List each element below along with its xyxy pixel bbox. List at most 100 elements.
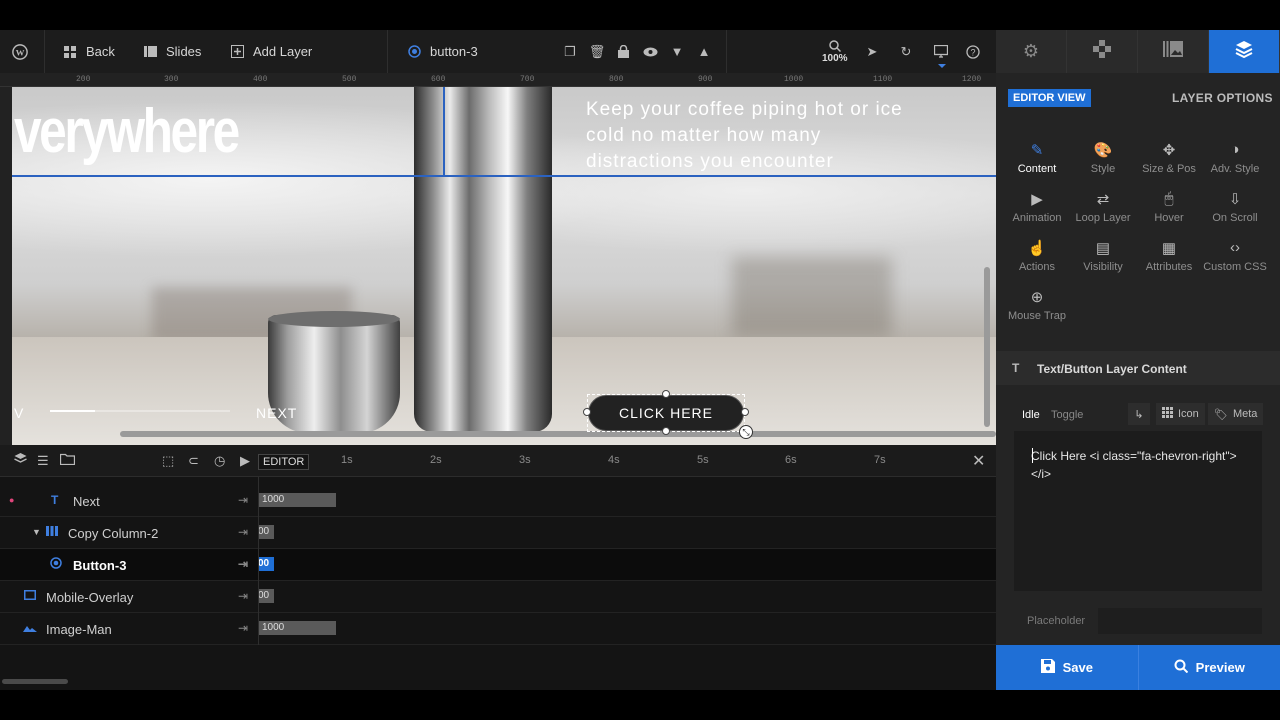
button-layer-icon xyxy=(406,44,422,60)
subcopy-layer[interactable]: Keep your coffee piping hot or ice cold … xyxy=(586,97,916,175)
tab-slider-settings[interactable]: ⚙ xyxy=(996,30,1067,73)
option-animation[interactable]: ▶ Animation xyxy=(1004,190,1070,224)
pin-icon[interactable]: ⇥ xyxy=(238,493,248,507)
slides-button[interactable]: Slides xyxy=(142,30,201,73)
layer-content-editor[interactable]: Click Here <i class="fa-chevron-right"><… xyxy=(1014,431,1262,591)
option-custom-css[interactable]: ‹› Custom CSS xyxy=(1202,239,1268,273)
desktop-icon xyxy=(933,44,949,60)
resize-handle[interactable] xyxy=(662,390,670,398)
lock-button[interactable] xyxy=(615,30,631,73)
tab-navigation[interactable] xyxy=(1067,30,1138,73)
duplicate-button[interactable]: ❐ xyxy=(562,30,578,73)
prev-label[interactable]: V xyxy=(14,405,23,421)
meta-button-label: Meta xyxy=(1232,408,1258,420)
layer-row[interactable]: Mobile-Overlay ⇥ 00 xyxy=(0,581,996,613)
pointer-button[interactable]: ➤ xyxy=(864,30,880,73)
next-label[interactable]: NEXT xyxy=(256,405,297,421)
layers-toggle-icon[interactable] xyxy=(14,453,27,468)
tab-layer-options[interactable] xyxy=(1209,30,1280,73)
pin-icon[interactable]: ⇥ xyxy=(238,621,248,635)
option-size-pos[interactable]: ✥ Size & Pos xyxy=(1136,141,1202,175)
move-up-button[interactable]: ▲ xyxy=(696,30,712,73)
insert-icon-button[interactable]: Icon xyxy=(1156,403,1205,425)
headline-layer[interactable]: verywhere xyxy=(14,92,240,172)
placeholder-input[interactable] xyxy=(1098,608,1262,634)
selected-layer-indicator[interactable]: button-3 xyxy=(406,30,478,73)
button-3-selection[interactable]: CLICK HERE ⤡ xyxy=(583,390,753,439)
pin-icon[interactable]: ⇥ xyxy=(238,557,248,571)
layer-row[interactable]: Image-Man ⇥ 1000 xyxy=(0,613,996,645)
layer-duration-bar[interactable]: 1000 xyxy=(258,621,336,635)
delete-button[interactable]: 🗑 xyxy=(589,30,606,73)
resize-handle[interactable] xyxy=(741,408,749,416)
option-label: Attributes xyxy=(1145,261,1193,273)
option-content[interactable]: ✎ Content xyxy=(1004,141,1070,175)
section-title: Text/Button Layer Content xyxy=(1037,362,1187,376)
slide-canvas[interactable]: verywhere Keep your coffee piping hot or… xyxy=(12,87,996,445)
zoom-control[interactable]: 100% xyxy=(822,30,848,73)
layer-row-selected[interactable]: Button-3 ⇥ 00 xyxy=(0,549,996,581)
option-mouse-trap[interactable]: ⊕ Mouse Trap xyxy=(1004,288,1070,322)
ruler-tick: 500 xyxy=(342,75,357,84)
file-icon: ▦ xyxy=(1161,240,1177,257)
list-icon[interactable]: ☰ xyxy=(37,453,49,469)
layer-duration-bar[interactable]: 00 xyxy=(258,589,274,603)
option-hover[interactable]: 🖱 Hover xyxy=(1136,190,1202,224)
tab-slide-options[interactable] xyxy=(1138,30,1209,73)
add-layer-button[interactable]: Add Layer xyxy=(229,30,312,73)
option-attributes[interactable]: ▦ Attributes xyxy=(1136,239,1202,273)
option-loop-layer[interactable]: ⇄ Loop Layer xyxy=(1070,190,1136,224)
visibility-button[interactable] xyxy=(642,30,658,73)
layer-row[interactable]: ▼ Copy Column-2 ⇥ 00 xyxy=(0,517,996,549)
folder-icon[interactable] xyxy=(59,453,76,468)
line-break-button[interactable]: ↳ xyxy=(1128,403,1150,425)
layer-duration-bar[interactable]: 1000 xyxy=(258,493,336,507)
layer-duration-bar[interactable]: 00 xyxy=(258,557,274,571)
timer-icon[interactable]: ◷ xyxy=(214,453,225,469)
play-icon[interactable]: ▶ xyxy=(240,453,250,469)
horizontal-guide[interactable] xyxy=(12,175,996,177)
eye-icon xyxy=(642,44,658,60)
editor-view-badge[interactable]: EDITOR VIEW xyxy=(1008,89,1091,107)
preview-button[interactable]: Preview xyxy=(1139,645,1280,690)
meta-button[interactable]: 🏷 Meta xyxy=(1208,403,1264,425)
layer-row[interactable]: ● T Next ⇥ 1000 xyxy=(0,485,996,517)
resize-handle[interactable] xyxy=(583,408,591,416)
wordpress-logo-button[interactable]: W xyxy=(12,30,28,73)
help-icon: ? xyxy=(965,44,981,60)
palette-icon: 🎨 xyxy=(1093,142,1113,159)
select-area-icon[interactable]: ⬚ xyxy=(162,453,174,469)
undo-button[interactable]: ↻ xyxy=(898,30,914,73)
shape-layer-icon xyxy=(24,589,36,603)
editor-marker[interactable]: EDITOR xyxy=(258,454,310,470)
option-adv-style[interactable]: ◑ Adv. Style xyxy=(1202,141,1268,175)
option-style[interactable]: 🎨 Style xyxy=(1070,141,1136,175)
option-visibility[interactable]: ▤ Visibility xyxy=(1070,239,1136,273)
back-button[interactable]: Back xyxy=(62,30,115,73)
resize-corner-icon[interactable]: ⤡ xyxy=(739,425,753,439)
subtab-toggle[interactable]: Toggle xyxy=(1051,409,1083,421)
return-arrow-icon: ↳ xyxy=(1134,408,1144,421)
pin-icon[interactable]: ⇥ xyxy=(238,525,248,539)
option-on-scroll[interactable]: ⇩ On Scroll xyxy=(1202,190,1268,224)
layer-duration-bar[interactable]: 00 xyxy=(258,525,274,539)
canvas-horizontal-scrollbar[interactable] xyxy=(120,431,996,437)
move-down-button[interactable]: ▼ xyxy=(669,30,685,73)
expand-icon[interactable]: ▼ xyxy=(32,527,41,537)
preview-label: Preview xyxy=(1195,660,1245,675)
option-actions[interactable]: ☝ Actions xyxy=(1004,239,1070,273)
cta-button[interactable]: CLICK HERE xyxy=(588,395,744,431)
close-timeline-icon[interactable]: ✕ xyxy=(972,451,985,471)
help-button[interactable]: ? xyxy=(965,30,981,73)
canvas-vertical-scrollbar[interactable] xyxy=(984,267,990,427)
pin-icon[interactable]: ⇥ xyxy=(238,589,248,603)
timeline-scrollbar[interactable] xyxy=(2,679,68,684)
svg-text:?: ? xyxy=(970,47,975,57)
option-label: On Scroll xyxy=(1212,212,1258,224)
magnet-icon[interactable]: ⊂ xyxy=(188,453,199,469)
vertical-guide[interactable] xyxy=(443,87,445,177)
subtab-idle[interactable]: Idle xyxy=(1022,409,1040,421)
resize-handle[interactable] xyxy=(662,427,670,435)
save-button[interactable]: Save xyxy=(996,645,1139,690)
section-header[interactable]: T Text/Button Layer Content xyxy=(996,351,1280,385)
